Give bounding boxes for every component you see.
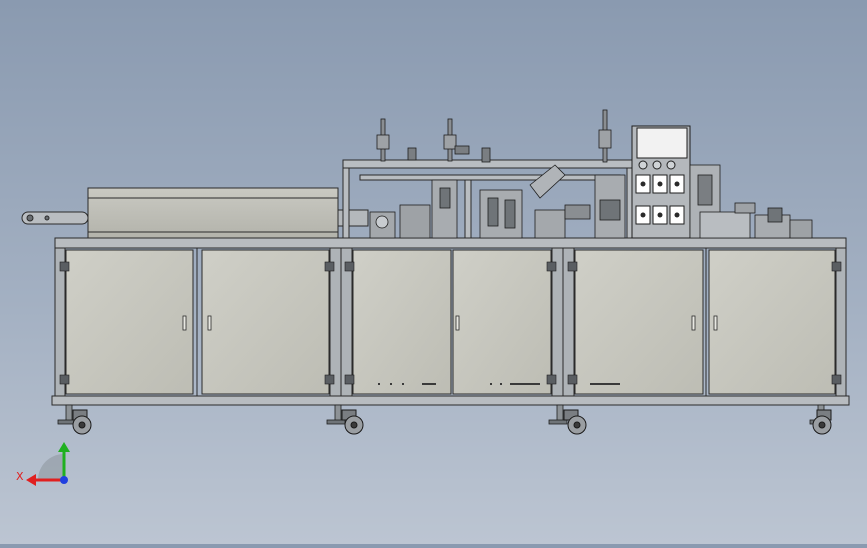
cad-viewport[interactable]: X — [0, 0, 867, 544]
door-handle — [207, 315, 212, 331]
top-cylinders — [376, 109, 612, 163]
caster-wheel — [72, 409, 92, 435]
hinge — [546, 261, 557, 272]
hinge — [344, 374, 355, 385]
infeed-conveyor — [21, 187, 369, 239]
casters — [72, 409, 832, 435]
axis-triad — [26, 442, 70, 486]
cabinet-doors — [65, 248, 836, 396]
caster-wheel — [812, 409, 832, 435]
machine-drawing: X — [16, 109, 850, 486]
door-panel — [352, 249, 452, 395]
door-handle — [713, 315, 718, 331]
door-handle — [691, 315, 696, 331]
feet — [57, 404, 829, 425]
outfeed-section — [689, 164, 813, 239]
indicator-lights — [638, 160, 676, 170]
caster-wheel — [341, 409, 364, 435]
hinge — [567, 261, 578, 272]
x-axis-label: X — [16, 470, 24, 483]
door-handle — [455, 315, 460, 331]
hmi-screen — [636, 127, 688, 159]
hinge — [546, 374, 557, 385]
hinge — [344, 261, 355, 272]
hinge — [567, 374, 578, 385]
z-axis-dot — [60, 476, 68, 484]
door-panel — [201, 249, 330, 395]
hinge — [324, 261, 335, 272]
hinge — [831, 261, 842, 272]
hinge — [59, 261, 70, 272]
control-panel — [631, 125, 691, 239]
door-panel — [452, 249, 552, 395]
door-panel — [708, 249, 836, 395]
hinge — [324, 374, 335, 385]
hinge — [831, 374, 842, 385]
hinge — [59, 374, 70, 385]
door-handle — [182, 315, 187, 331]
door-panel — [65, 249, 194, 395]
door-panel — [574, 249, 704, 395]
